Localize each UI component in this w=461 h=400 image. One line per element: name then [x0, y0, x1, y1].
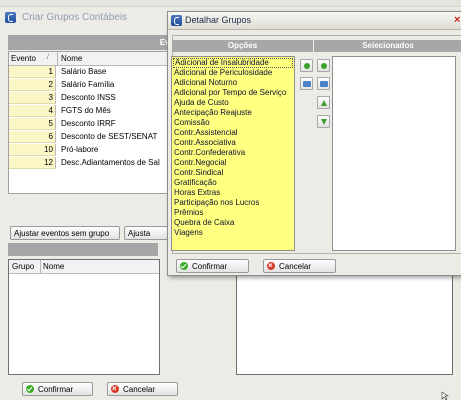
table-row[interactable]: 1 Salário Base [9, 66, 169, 79]
options-header: Opções [172, 40, 313, 52]
event-number: 1 [9, 66, 56, 78]
table-row[interactable]: 5 Desconto IRRF [9, 118, 169, 131]
column-separator [57, 52, 58, 65]
dialog-cancel-label: Cancelar [279, 262, 312, 271]
event-number: 4 [9, 105, 56, 117]
dialog-cancel-button[interactable]: Cancelar [263, 259, 336, 273]
table-row[interactable]: 12 Desc.Adiantamentos de Sal [9, 157, 169, 170]
selected-header: Selecionados [314, 40, 461, 52]
event-name: Desconto de SEST/SENAT [61, 132, 158, 141]
arrow-down-icon [321, 119, 327, 125]
confirm-label: Confirmar [38, 385, 74, 394]
event-number: 10 [9, 144, 56, 156]
event-name: Desconto INSS [61, 93, 116, 102]
move-all-left-icon [320, 81, 328, 87]
event-number: 12 [9, 157, 56, 169]
sort-icon: / [47, 54, 49, 61]
app-icon [5, 12, 16, 23]
table-row[interactable]: 4 FGTS do Mês [9, 105, 169, 118]
event-name: Desconto IRRF [61, 119, 116, 128]
option-item[interactable]: Adicional por Tempo de Serviço [174, 88, 286, 98]
arrow-right-icon [304, 63, 310, 69]
option-item[interactable]: Ajuda de Custo [174, 98, 229, 108]
option-item[interactable]: Contr.Assistencial [174, 128, 238, 138]
event-number: 2 [9, 79, 56, 91]
move-up-button[interactable] [317, 96, 330, 109]
table-row[interactable]: 10 Pró-labore [9, 144, 169, 157]
column-header-nome[interactable]: Nome [61, 54, 82, 63]
mouse-cursor-icon [441, 391, 449, 400]
column-header-nome[interactable]: Nome [43, 262, 64, 271]
option-item[interactable]: Horas Extras [174, 188, 220, 198]
option-item[interactable]: Adicional Noturno [174, 78, 237, 88]
add-one-button[interactable] [300, 59, 313, 72]
remove-one-button[interactable] [317, 59, 330, 72]
window-title: Criar Grupos Contábeis [22, 12, 128, 23]
app-icon [171, 15, 182, 26]
events-table-header: Evento / Nome [9, 52, 169, 66]
table-row[interactable]: 3 Desconto INSS [9, 92, 169, 105]
event-name: Salário Família [61, 80, 115, 89]
column-header-grupo[interactable]: Grupo [12, 262, 34, 271]
cancel-icon [267, 260, 275, 272]
move-all-right-icon [303, 81, 311, 87]
remove-all-button[interactable] [317, 77, 330, 90]
cancel-label: Cancelar [123, 385, 156, 394]
check-icon [26, 385, 34, 393]
adjust-events-without-group-button[interactable]: Ajustar eventos sem grupo [10, 226, 120, 240]
arrow-left-icon [321, 63, 327, 69]
dialog-confirm-label: Confirmar [192, 262, 228, 271]
column-header-evento[interactable]: Evento [11, 54, 36, 63]
option-item[interactable]: Contr.Sindical [174, 168, 223, 178]
events-table[interactable]: Evento / Nome 1 Salário Base 2 Salário Fam… [8, 51, 170, 194]
event-number: 6 [9, 131, 56, 143]
option-item[interactable]: Viagens [174, 228, 203, 238]
window-top-strip [0, 0, 461, 7]
option-item[interactable]: Antecipação Reajuste [174, 108, 252, 118]
cancel-button[interactable]: Cancelar [107, 382, 178, 396]
groups-section-header [8, 243, 158, 256]
option-item[interactable]: Prêmios [174, 208, 203, 218]
groups-table[interactable]: Grupo Nome [8, 259, 160, 375]
column-separator [40, 260, 41, 273]
option-item[interactable]: Adicional de Periculosidade [174, 68, 272, 78]
option-item[interactable]: Comissão [174, 118, 210, 128]
confirm-button[interactable]: Confirmar [22, 382, 93, 396]
event-name: FGTS do Mês [61, 106, 111, 115]
move-down-button[interactable] [317, 115, 330, 128]
table-row[interactable]: 2 Salário Família [9, 79, 169, 92]
events-section-header: Eve [8, 35, 178, 50]
dialog-title-bar[interactable]: Detalhar Grupos × [168, 12, 461, 30]
event-number: 3 [9, 92, 56, 104]
selected-list[interactable] [332, 56, 456, 251]
option-item[interactable]: Contr.Confederativa [174, 148, 245, 158]
option-item[interactable]: Contr.Negocial [174, 158, 226, 168]
groups-table-header: Grupo Nome [9, 260, 159, 274]
event-name: Salário Base [61, 67, 107, 76]
check-icon [180, 262, 188, 270]
event-name: Pró-labore [61, 145, 99, 154]
detail-groups-dialog: Detalhar Grupos × Opções Selecionados Ad… [167, 11, 461, 276]
table-row[interactable]: 6 Desconto de SEST/SENAT [9, 131, 169, 144]
option-item[interactable]: Gratificação [174, 178, 217, 188]
event-number: 5 [9, 118, 56, 130]
option-item[interactable]: Adicional de Insalubridade [173, 58, 293, 68]
dialog-title: Detalhar Grupos [185, 15, 252, 25]
options-list[interactable]: Adicional de Insalubridade Adicional de P… [171, 56, 295, 251]
cancel-icon [111, 383, 119, 395]
arrow-up-icon [321, 100, 327, 106]
close-icon[interactable]: × [454, 14, 461, 26]
add-all-button[interactable] [300, 77, 313, 90]
adjust-button[interactable]: Ajusta [124, 226, 168, 240]
option-item[interactable]: Contr.Associativa [174, 138, 236, 148]
dialog-confirm-button[interactable]: Confirmar [176, 259, 249, 273]
option-item[interactable]: Participação nos Lucros [174, 198, 259, 208]
event-name: Desc.Adiantamentos de Sal [61, 158, 160, 167]
option-item[interactable]: Quebra de Caixa [174, 218, 234, 228]
